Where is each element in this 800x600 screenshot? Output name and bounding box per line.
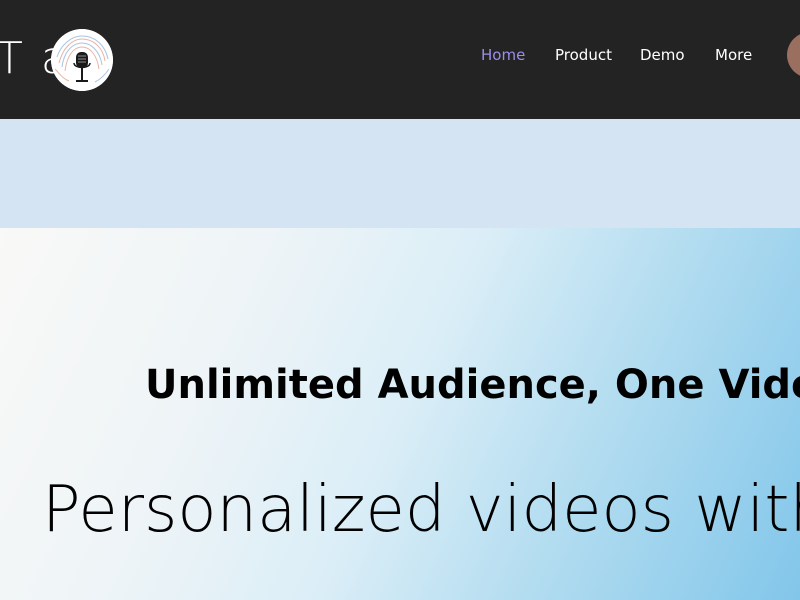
site-header: T a Home Product Demo More <box>0 0 800 119</box>
hero-title: Personalized videos with <box>42 473 800 547</box>
nav-item-product[interactable]: Product <box>555 44 612 66</box>
hero-section: Unlimited Audience, One Video Personaliz… <box>0 228 800 600</box>
nav-item-more[interactable]: More <box>715 44 752 66</box>
header-band <box>0 119 800 228</box>
page: T a Home Product Demo More Unlimited Aud… <box>0 0 800 600</box>
nav-item-home[interactable]: Home <box>481 44 525 66</box>
microphone-icon <box>51 29 113 91</box>
logo-badge[interactable] <box>51 29 113 91</box>
nav-item-demo[interactable]: Demo <box>640 44 685 66</box>
avatar[interactable] <box>787 32 800 78</box>
hero-subtitle: Unlimited Audience, One Video <box>145 362 800 408</box>
